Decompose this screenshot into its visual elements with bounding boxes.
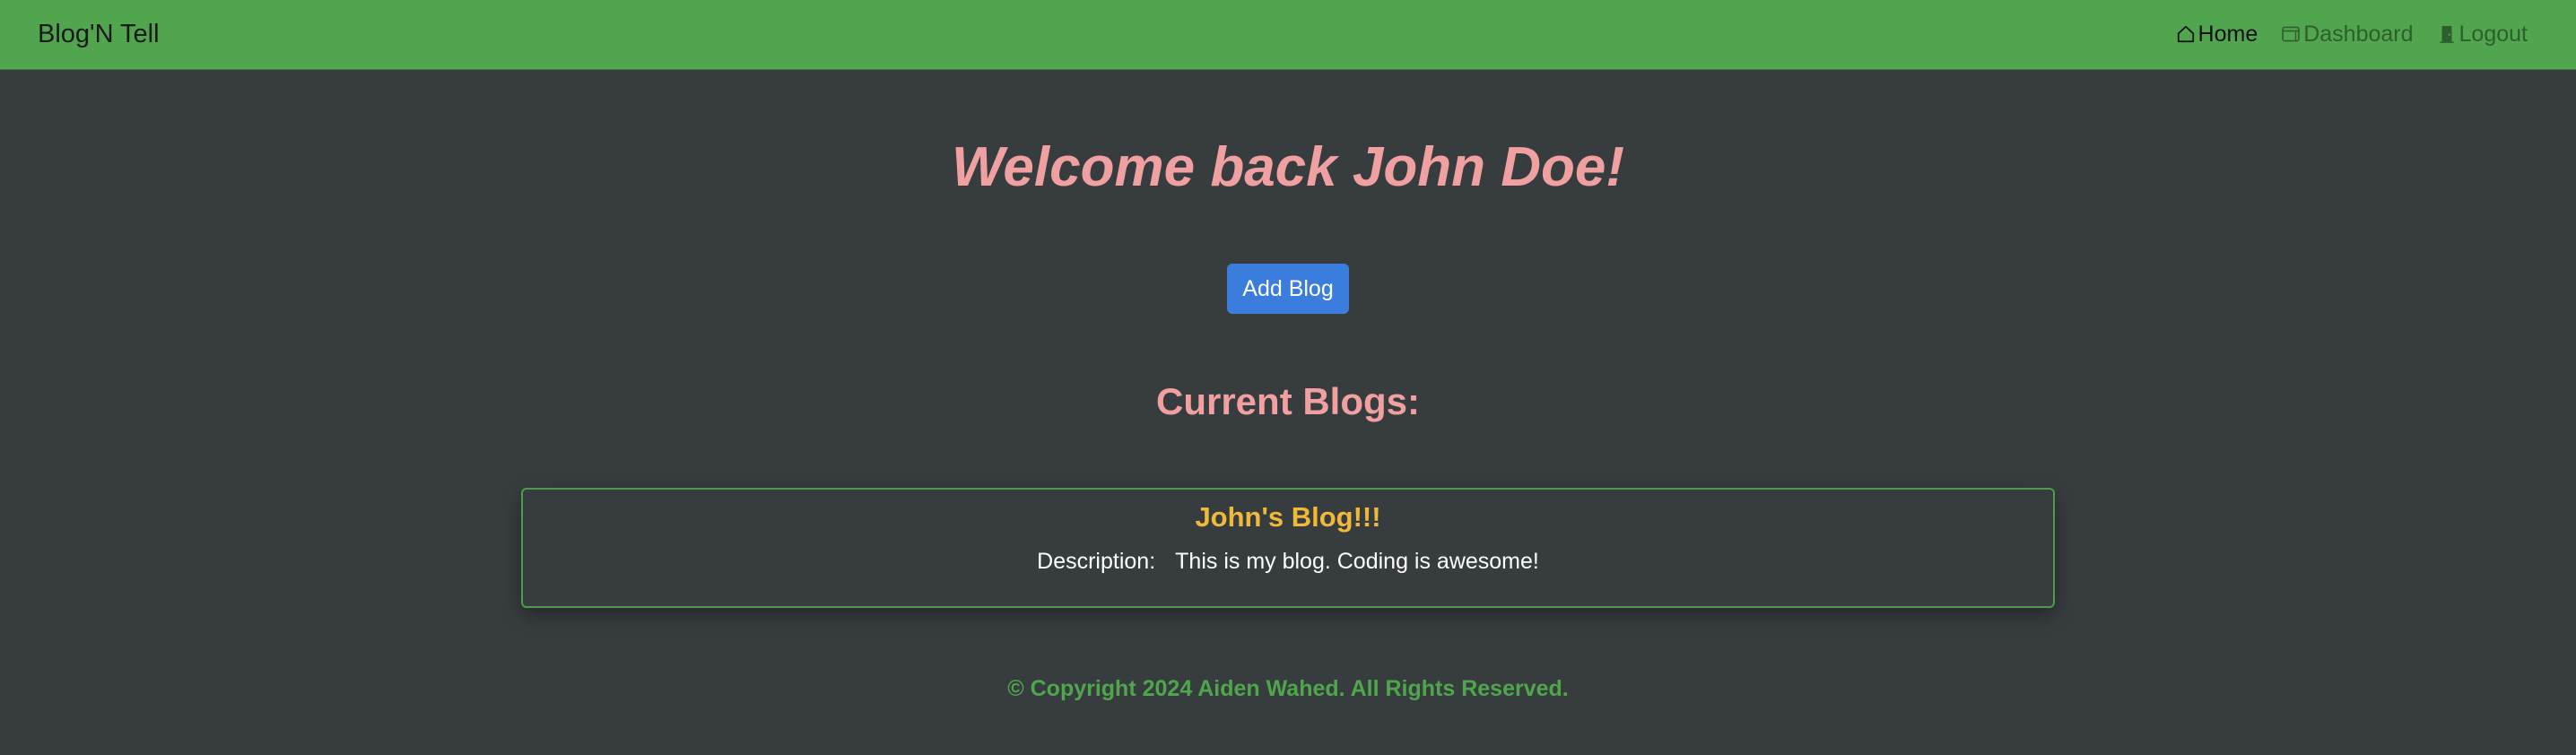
dashboard-icon — [2281, 24, 2301, 44]
blog-title[interactable]: John's Blog!!! — [523, 499, 2053, 536]
nav-link-dashboard-label: Dashboard — [2303, 22, 2414, 47]
nav-links: Home Dashboard Logout — [2176, 18, 2528, 50]
welcome-heading: Welcome back John Doe! — [952, 136, 1624, 198]
door-icon — [2437, 24, 2457, 44]
footer-copyright: © Copyright 2024 Aiden Wahed. All Rights… — [1007, 676, 1569, 701]
brand-title[interactable]: Blog'N Tell — [38, 18, 160, 50]
navbar: Blog'N Tell Home Dashboard Logout — [0, 0, 2576, 70]
nav-link-logout-label: Logout — [2459, 22, 2528, 47]
blog-card[interactable]: John's Blog!!! Description: This is my bl… — [521, 488, 2055, 608]
nav-link-logout[interactable]: Logout — [2437, 18, 2528, 50]
current-blogs-heading: Current Blogs: — [1156, 380, 1420, 422]
home-icon — [2176, 24, 2196, 44]
description-label: Description: — [1037, 549, 1156, 574]
nav-link-dashboard[interactable]: Dashboard — [2281, 18, 2414, 50]
blog-description-row: Description: This is my blog. Coding is a… — [523, 545, 2053, 577]
nav-link-home-label: Home — [2197, 22, 2258, 47]
blog-description: This is my blog. Coding is awesome! — [1175, 549, 1539, 574]
nav-link-home[interactable]: Home — [2176, 18, 2258, 50]
add-blog-button[interactable]: Add Blog — [1227, 264, 1349, 314]
